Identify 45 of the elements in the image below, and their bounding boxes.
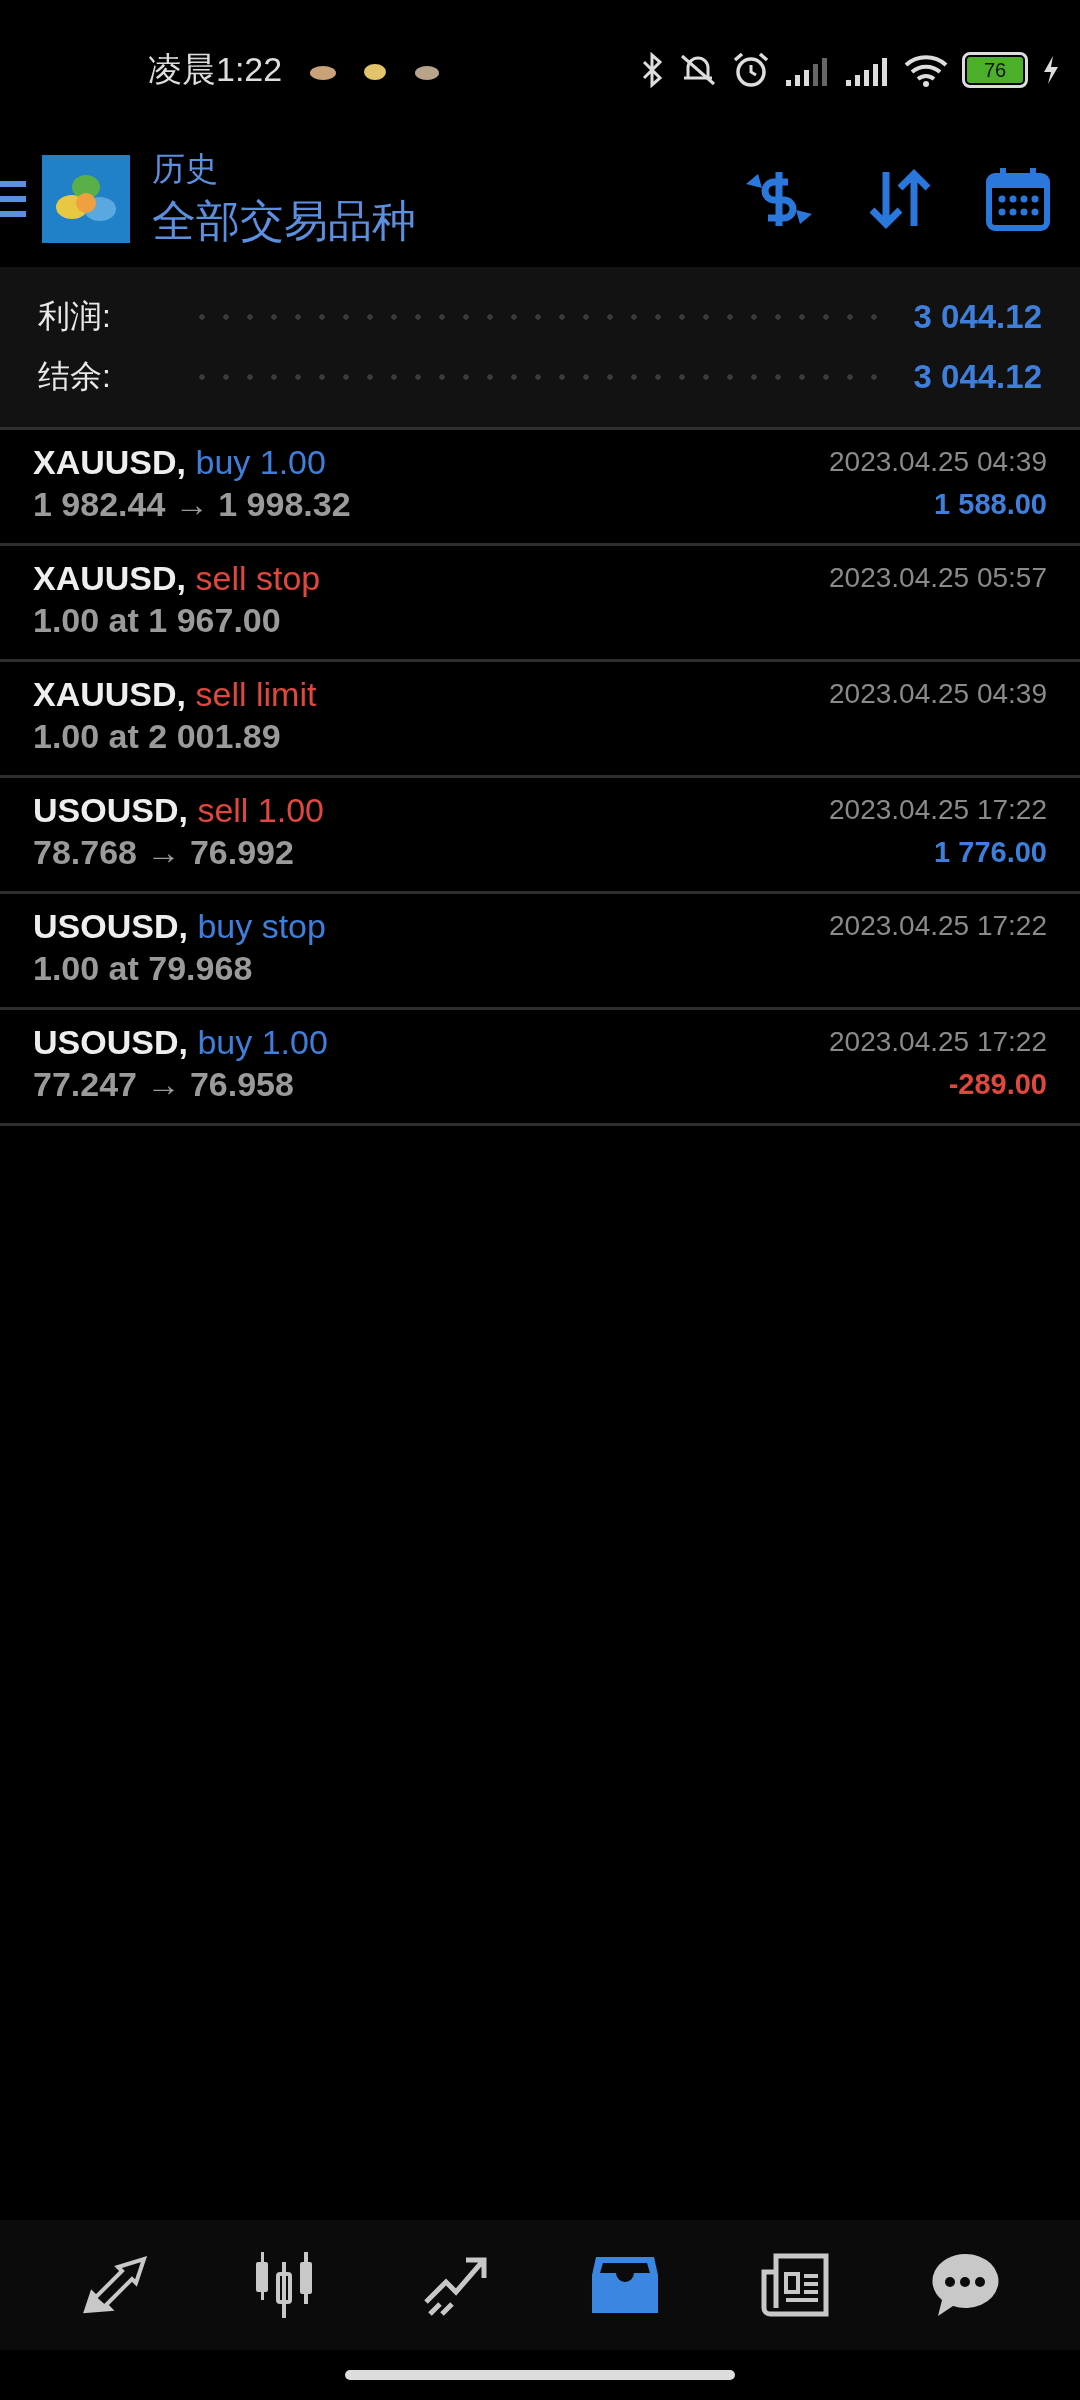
deal-symbol: XAUUSD, [33,559,187,597]
summary-value: 3 044.12 [913,358,1042,396]
deal-time: 2023.04.25 17:22 [829,793,1047,827]
deal-prices: 1.00 at 79.968 [33,948,254,988]
deal-profit: 1 588.00 [934,487,1047,522]
deal-symbol: USOUSD, [33,791,188,829]
newspaper-icon [760,2252,830,2318]
screen-subtitle: 全部交易品种 [152,195,416,247]
order-type: sell limit [195,675,317,713]
deal-time: 2023.04.25 04:39 [829,677,1047,711]
alarm-icon [732,51,770,89]
calendar-icon[interactable] [986,166,1050,232]
deal-symbol: USOUSD, [33,907,188,945]
sort-icon[interactable] [868,168,932,230]
summary-label: 结余: [38,357,112,396]
deal-symbol: XAUUSD, [33,675,187,713]
deal-time: 2023.04.25 17:22 [829,1025,1047,1059]
mute-icon [678,52,718,88]
deal-profit: 1 776.00 [934,835,1047,870]
bluetooth-icon [640,52,664,88]
order-type: buy 1.00 [197,1023,328,1061]
deal-time: 2023.04.25 04:39 [829,445,1047,479]
battery-icon: 76 [962,52,1028,88]
deal-prices: 78.768 → 76.992 [33,832,295,872]
wifi-icon [904,53,948,87]
menu-icon[interactable] [0,179,26,219]
arrows-icon [82,2255,148,2315]
deal-time: 2023.04.25 17:22 [829,909,1047,943]
order-type: buy stop [197,907,326,945]
summary-label: 利润: [38,297,112,336]
deal-symbol: XAUUSD, [33,443,187,481]
summary-value: 3 044.12 [913,298,1042,336]
deal-profit: -289.00 [948,1067,1047,1102]
deal-symbol: USOUSD, [33,1023,188,1061]
deal-prices: 77.247 → 76.958 [33,1064,295,1104]
order-type: sell 1.00 [197,791,324,829]
deal-prices: 1.00 at 2 001.89 [33,716,282,756]
deal-prices: 1 982.44 → 1 998.32 [33,484,351,524]
status-time: 凌晨1:22 [148,49,283,90]
screen-title: 历史 [152,149,219,189]
deal-prices: 1.00 at 1 967.00 [33,600,282,640]
deal-time: 2023.04.25 05:57 [829,561,1047,595]
order-type: buy 1.00 [195,443,326,481]
charging-icon [1042,55,1060,85]
order-type: sell stop [195,559,321,597]
